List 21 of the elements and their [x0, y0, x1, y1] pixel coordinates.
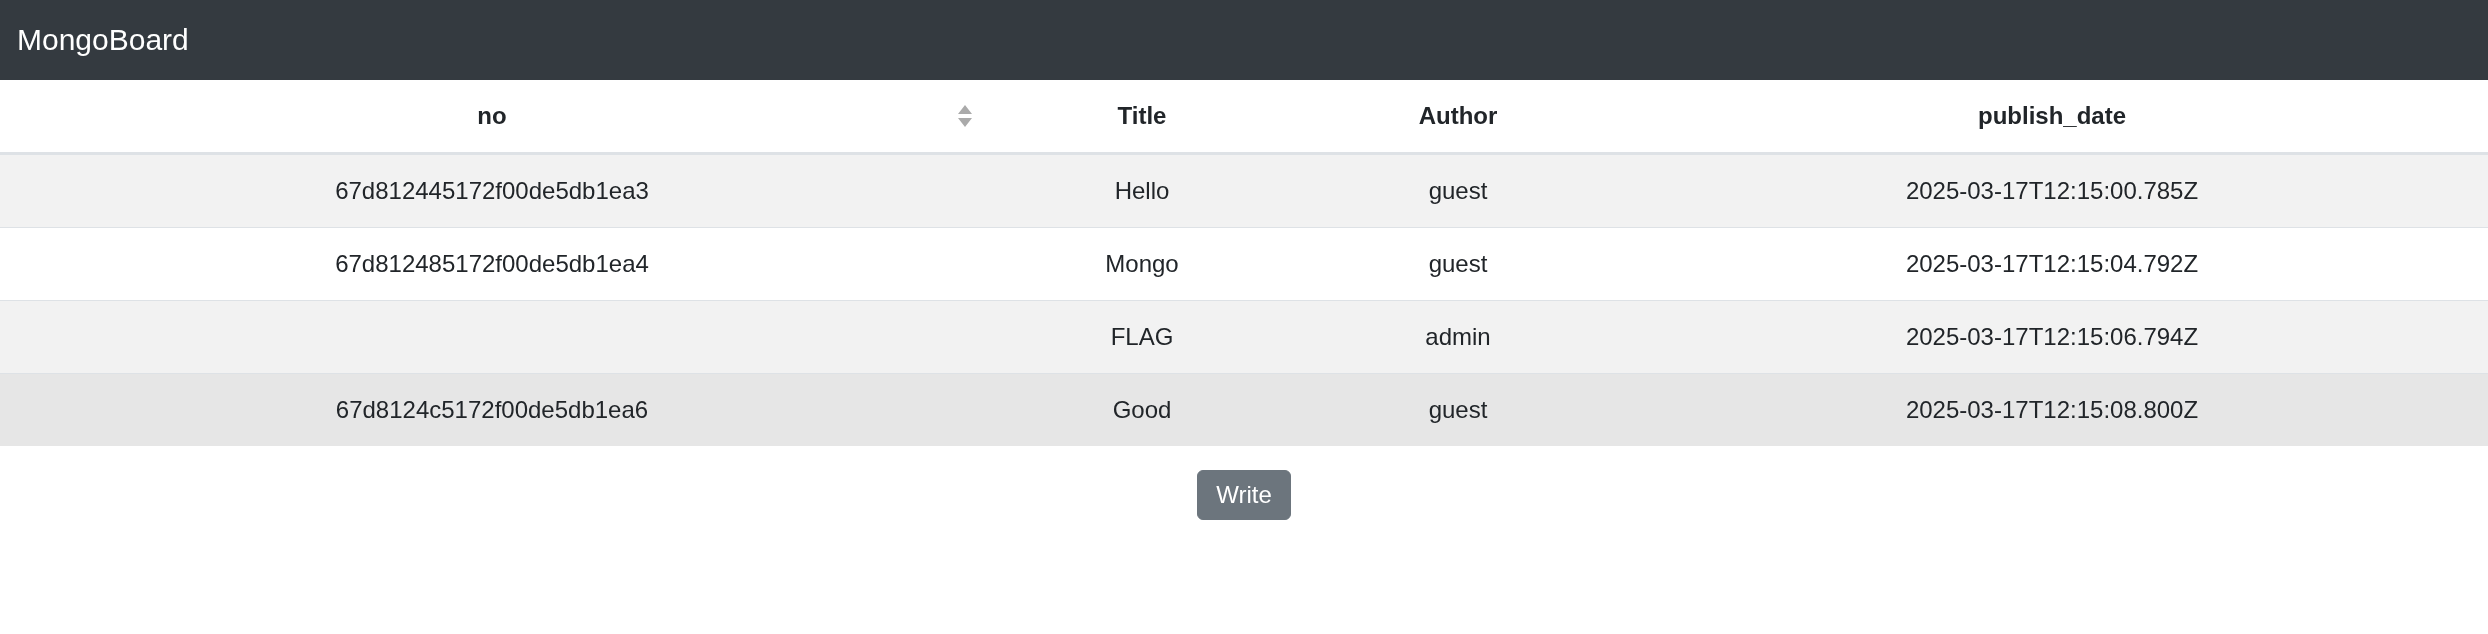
table-cell: 2025-03-17T12:15:06.794Z: [1905, 323, 2199, 350]
table-cell: guest: [1428, 177, 1488, 204]
table-cell: Mongo: [1105, 250, 1179, 277]
table-cell: admin: [1425, 323, 1491, 350]
table-row[interactable]: 67d8124c5172f00de5db1ea6 Good guest 2025-03-17T12:15:08.800Z: [0, 373, 2488, 446]
table-cell: Hello: [1114, 177, 1170, 204]
table-row[interactable]: 67d812445172f00de5db1ea3 Hello guest 2025-03-17T12:15:00.785Z: [0, 153, 2488, 228]
table-cell: 2025-03-17T12:15:08.800Z: [1905, 396, 2199, 423]
brand-title[interactable]: MongoBoard: [17, 23, 189, 57]
table-cell: Good: [1112, 396, 1172, 423]
table-row[interactable]: FLAG admin 2025-03-17T12:15:06.794Z: [0, 300, 2488, 374]
table-cell: 67d812485172f00de5db1ea4: [335, 250, 649, 277]
write-button[interactable]: Write: [1197, 470, 1291, 520]
table-cell: 2025-03-17T12:15:04.792Z: [1905, 250, 2199, 277]
table-row[interactable]: 67d812485172f00de5db1ea4 Mongo guest 2025-03-17T12:15:04.792Z: [0, 227, 2488, 301]
table-cell: 67d8124c5172f00de5db1ea6: [335, 396, 649, 423]
table-cell: FLAG: [1110, 323, 1174, 350]
table-cell: 2025-03-17T12:15:00.785Z: [1905, 177, 2199, 204]
table-cell: 67d812445172f00de5db1ea3: [335, 177, 649, 204]
table-cell: guest: [1428, 250, 1488, 277]
table-cell: guest: [1428, 396, 1488, 423]
